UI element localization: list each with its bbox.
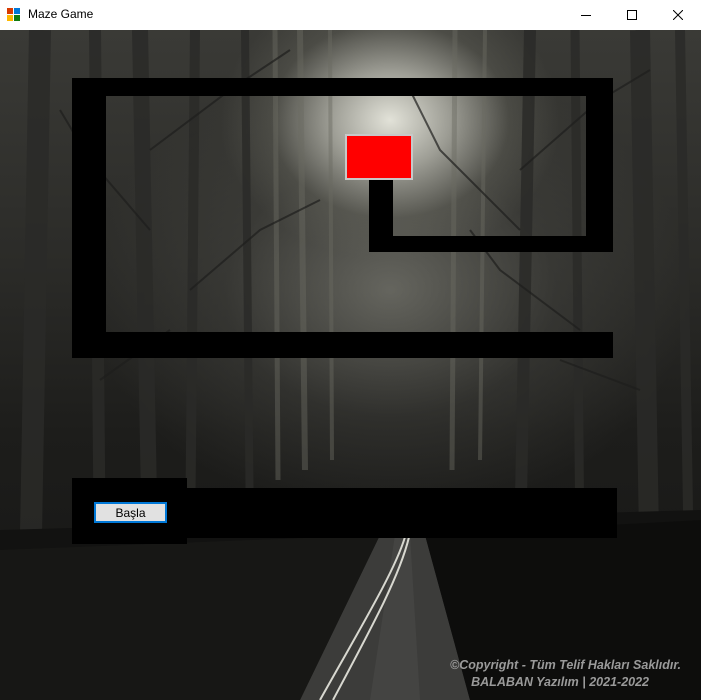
- maze-wall: [72, 332, 613, 358]
- maze-wall: [369, 236, 613, 252]
- copyright-line-1: ©Copyright - Tüm Telif Hakları Saklıdır.: [449, 658, 681, 672]
- app-icon: [7, 8, 20, 21]
- maximize-button[interactable]: [609, 0, 655, 30]
- close-icon: [673, 10, 683, 20]
- game-area: Başla ©Copyright - Tüm Telif Hakları Sak…: [0, 30, 701, 700]
- maze-wall: [369, 180, 393, 252]
- window-title: Maze Game: [28, 7, 94, 21]
- close-button[interactable]: [655, 0, 701, 30]
- copyright-line-2: BALABAN Yazılım | 2021-2022: [471, 675, 649, 689]
- title-bar: Maze Game: [0, 0, 701, 30]
- maze-wall: [72, 78, 613, 96]
- maze-wall: [72, 78, 106, 358]
- start-button[interactable]: Başla: [94, 502, 167, 523]
- maximize-icon: [627, 10, 637, 20]
- copyright-text: ©Copyright - Tüm Telif Hakları Saklıdır.…: [450, 657, 681, 691]
- minimize-button[interactable]: [563, 0, 609, 30]
- player-block[interactable]: [345, 134, 413, 180]
- maze-wall: [586, 78, 613, 252]
- minimize-icon: [581, 15, 591, 16]
